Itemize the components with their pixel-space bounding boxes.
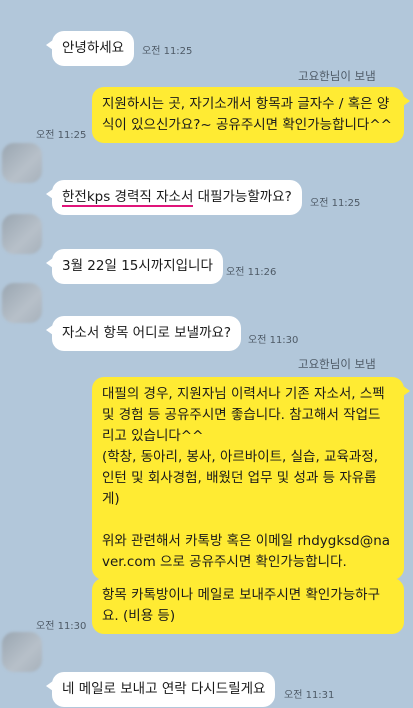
sender-label: 고요한님이 보냄 bbox=[298, 69, 376, 83]
message-time: 오전 11:25 bbox=[36, 130, 87, 141]
message-time: 오전 11:31 bbox=[284, 690, 335, 701]
message-line: 요. (비용 등) bbox=[102, 608, 176, 624]
message-line: 대필의 경우, 지원자님 이력서나 기존 자소서, 스펙 bbox=[102, 386, 385, 402]
message-time: 오전 11:25 bbox=[142, 46, 193, 57]
message-time: 오전 11:30 bbox=[248, 335, 299, 346]
message-line: 항목 카톡방이나 메일로 보내주시면 확인가능하구 bbox=[102, 587, 380, 603]
message-line: (학창, 동아리, 봉사, 아르바이트, 실습, 교육과정, bbox=[102, 449, 379, 465]
sender-label: 고요한님이 보냄 bbox=[298, 357, 376, 371]
message-line: 인턴 및 회사경험, 배웠던 업무 및 성과 등 자유롭 bbox=[102, 470, 377, 486]
message-line bbox=[102, 510, 394, 531]
message-line: 식이 있으신가요?~ 공유주시면 확인가능합니다^^ bbox=[102, 117, 392, 133]
message-bubble-outgoing[interactable]: 지원하시는 곳, 자기소개서 항목과 글자수 / 혹은 양 식이 있으신가요?~… bbox=[92, 87, 410, 143]
message-line: ver.com 으로 공유주시면 확인가능합니다. bbox=[102, 554, 347, 570]
message-text: 대필가능할까요? bbox=[193, 189, 292, 205]
message-text: 안녕하세요 bbox=[62, 40, 125, 56]
avatar[interactable] bbox=[2, 632, 42, 672]
message-bubble-incoming[interactable]: 안녕하세요 bbox=[45, 31, 135, 66]
message-bubble-incoming[interactable]: 네 메일로 보내고 연락 다시드릴게요 bbox=[45, 672, 276, 707]
message-time: 오전 11:25 bbox=[310, 198, 361, 209]
avatar[interactable] bbox=[2, 214, 42, 254]
message-line: 및 경험 등 공유주시면 좋습니다. 참고해서 작업드 bbox=[102, 407, 381, 423]
message-bubble-incoming[interactable]: 한전kps 경력직 자소서 대필가능할까요? bbox=[46, 180, 302, 215]
message-line: 게) bbox=[102, 491, 120, 507]
message-text: 자소서 항목 어디로 보낼까요? bbox=[62, 325, 232, 341]
message-bubble-incoming[interactable]: 자소서 항목 어디로 보낼까요? bbox=[45, 316, 242, 351]
avatar[interactable] bbox=[2, 143, 42, 183]
message-text: 네 메일로 보내고 연락 다시드릴게요 bbox=[62, 681, 266, 697]
message-line: 지원하시는 곳, 자기소개서 항목과 글자수 / 혹은 양 bbox=[102, 96, 390, 112]
message-bubble-incoming[interactable]: 3월 22일 15시까지입니다 bbox=[46, 249, 223, 284]
message-text: 3월 22일 15시까지입니다 bbox=[62, 258, 213, 274]
message-bubble-outgoing[interactable]: 대필의 경우, 지원자님 이력서나 기존 자소서, 스펙 및 경험 등 공유주시… bbox=[92, 377, 410, 580]
message-bubble-outgoing[interactable]: 항목 카톡방이나 메일로 보내주시면 확인가능하구 요. (비용 등) bbox=[92, 578, 404, 634]
message-line: 리고 있습니다^^ bbox=[102, 428, 204, 444]
message-time: 오전 11:26 bbox=[226, 267, 277, 278]
message-line: 위와 관련해서 카톡방 혹은 이메일 rhdygksd@na bbox=[102, 533, 391, 549]
message-time: 오전 11:30 bbox=[36, 621, 87, 632]
highlighted-text: 한전kps 경력직 자소서 bbox=[62, 189, 194, 207]
avatar[interactable] bbox=[2, 283, 42, 323]
